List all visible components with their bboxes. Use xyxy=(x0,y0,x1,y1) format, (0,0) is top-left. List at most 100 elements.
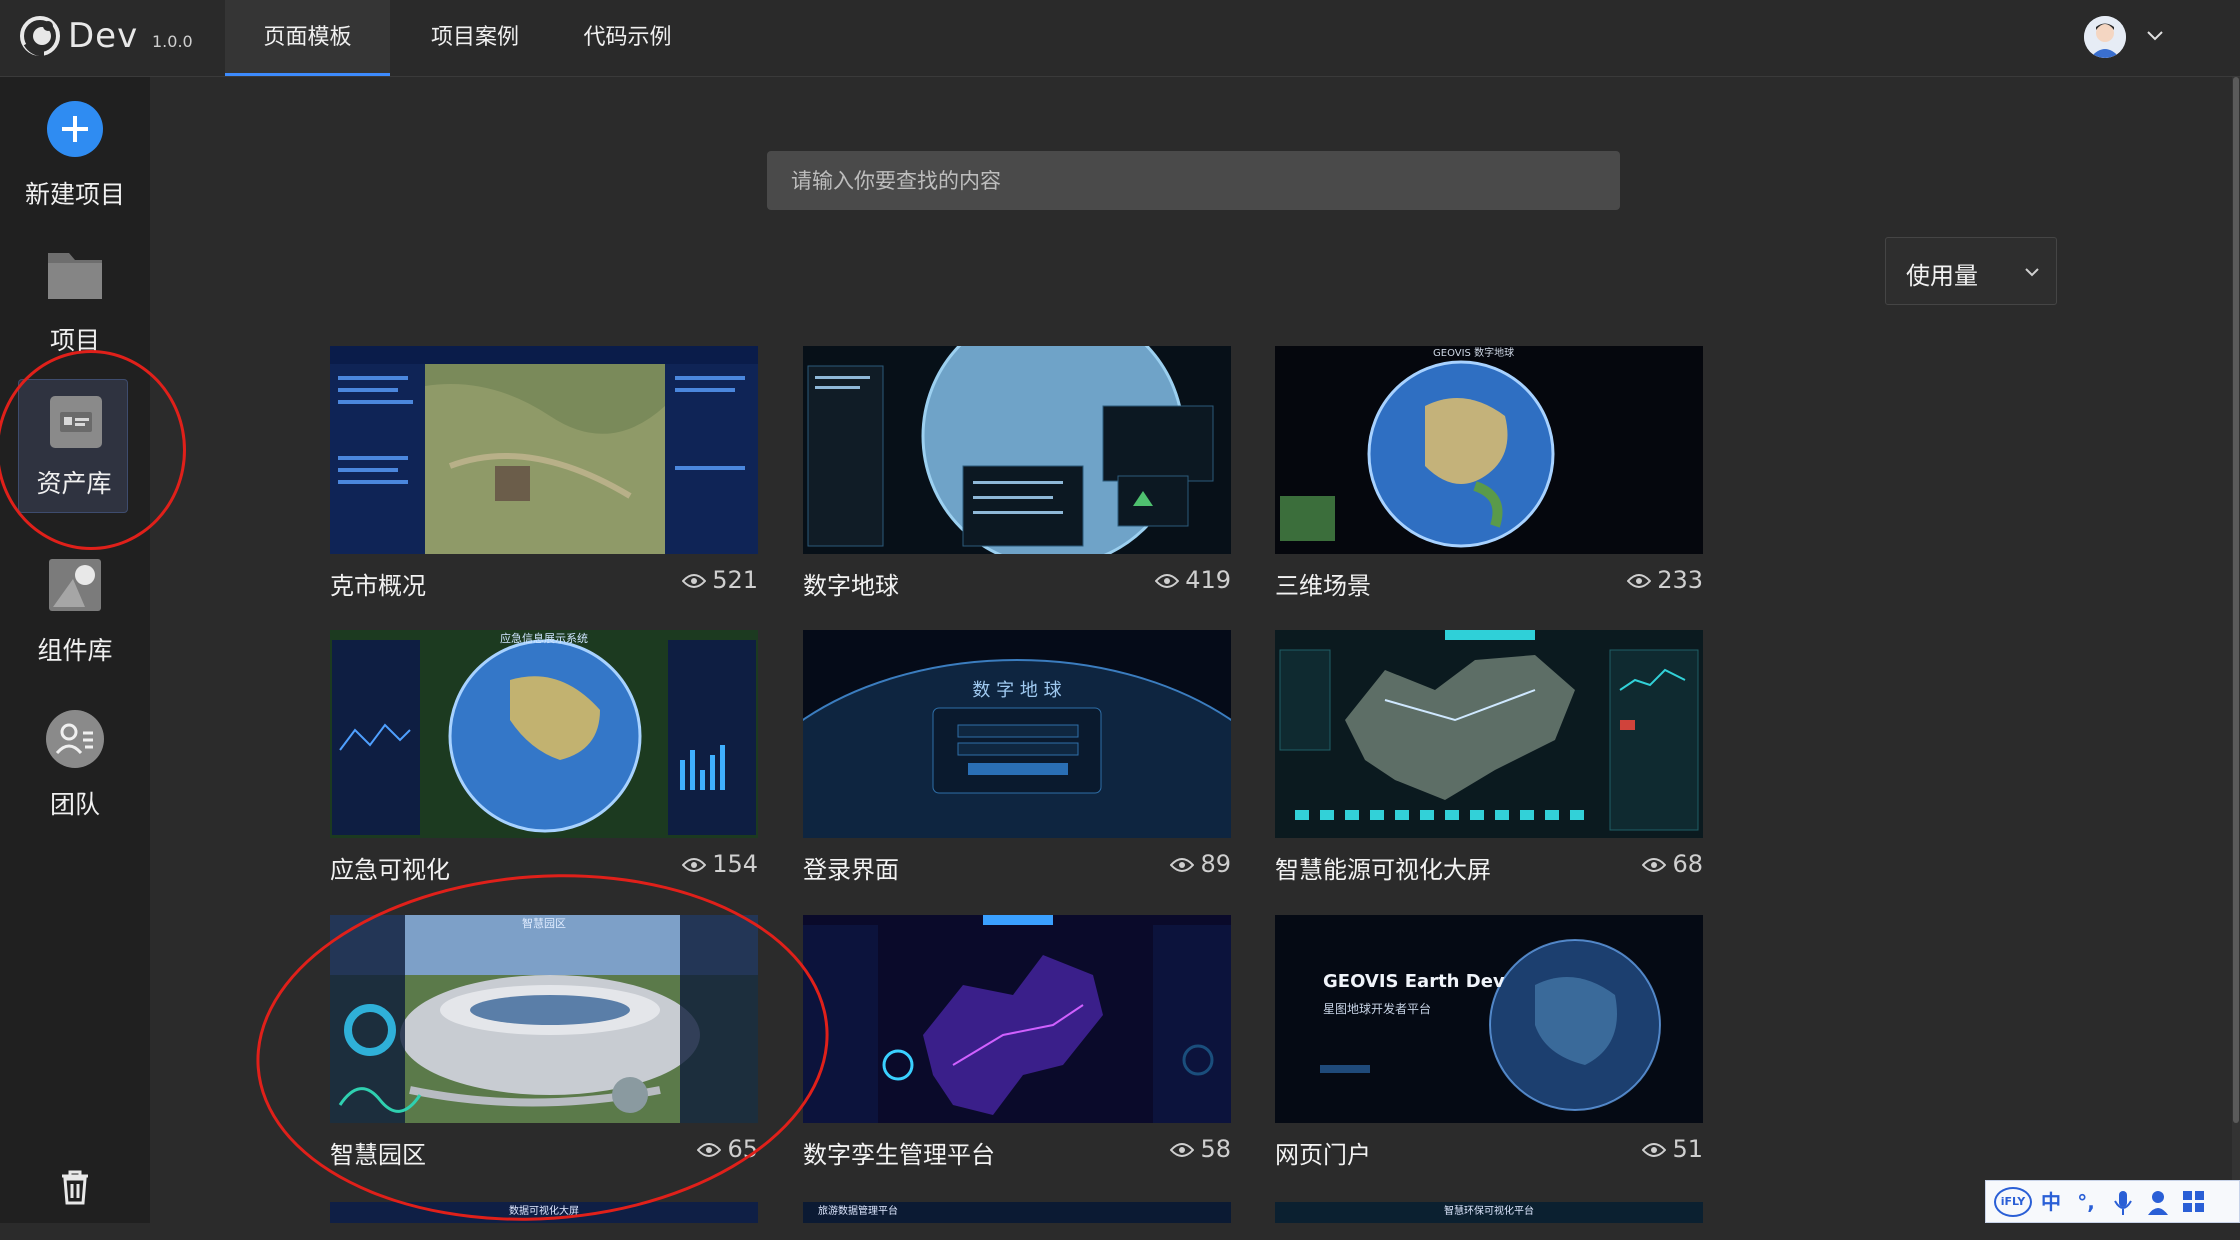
sort-select[interactable]: 使用量 xyxy=(1885,237,2057,305)
template-card[interactable]: 数字地球 419 xyxy=(803,346,1231,600)
sidebar-item-label: 新建项目 xyxy=(24,180,125,209)
ime-punctuation-toggle[interactable]: °, xyxy=(2071,1187,2101,1217)
thumbnail-caption: 数据可视化大屏 xyxy=(509,1204,579,1217)
template-card-title: 智慧能源可视化大屏 xyxy=(1275,856,1491,884)
template-card-view-count: 419 xyxy=(1185,566,1231,594)
top-bar: Dev 1.0.0 页面模板 项目案例 代码示例 xyxy=(0,0,2240,77)
ime-logo-icon[interactable]: iFLY xyxy=(1994,1187,2032,1217)
thumbnail-caption: GEOVIS 数字地球 xyxy=(1433,346,1514,359)
template-thumbnail: 数 字 地 球 xyxy=(803,630,1231,838)
search-input[interactable] xyxy=(767,151,1620,210)
template-card-views: 521 xyxy=(682,566,758,594)
user-icon[interactable] xyxy=(2146,1187,2170,1217)
thumbnail-caption: 应急信息展示系统 xyxy=(500,631,588,645)
user-avatar[interactable] xyxy=(2084,16,2126,58)
template-card-views: 51 xyxy=(1642,1135,1703,1163)
template-thumbnail xyxy=(330,346,758,554)
template-card-view-count: 58 xyxy=(1200,1135,1231,1163)
template-card-view-count: 154 xyxy=(712,850,758,878)
tab-project-cases[interactable]: 项目案例 xyxy=(405,0,545,76)
template-thumbnail xyxy=(803,346,1231,554)
template-card-view-count: 51 xyxy=(1672,1135,1703,1163)
folder-icon xyxy=(48,253,102,299)
template-card-views: 68 xyxy=(1642,850,1703,878)
eye-icon xyxy=(1170,1143,1195,1157)
eye-icon xyxy=(697,1143,722,1157)
template-card-title: 应急可视化 xyxy=(330,856,450,884)
grid-icon[interactable] xyxy=(2181,1187,2207,1217)
template-card[interactable]: 应急信息展示系统 应急可视化 154 xyxy=(330,630,758,884)
sort-select-value: 使用量 xyxy=(1906,262,1978,290)
app-logo-icon[interactable] xyxy=(18,14,62,58)
template-card[interactable]: 数 字 地 球 登录界面 89 xyxy=(803,630,1231,884)
template-card-view-count: 89 xyxy=(1200,850,1231,878)
sidebar-item-label: 项目 xyxy=(49,326,100,355)
eye-icon xyxy=(1155,574,1180,588)
ime-language-toggle[interactable]: 中 xyxy=(2036,1187,2066,1217)
tab-code-examples[interactable]: 代码示例 xyxy=(560,0,695,76)
component-icon xyxy=(49,559,101,611)
template-card[interactable]: GEOVIS 数字地球 三维场景 233 xyxy=(1275,346,1703,600)
template-card-title: 三维场景 xyxy=(1275,572,1371,600)
template-card[interactable]: 克市概况 521 xyxy=(330,346,758,600)
eye-icon xyxy=(1627,574,1652,588)
app-version: 1.0.0 xyxy=(152,32,193,51)
asset-library-icon xyxy=(50,396,102,448)
template-card-partial[interactable]: 数据可视化大屏 xyxy=(330,1202,758,1223)
eye-icon xyxy=(682,574,707,588)
template-card-partial[interactable]: 旅游数据管理平台 xyxy=(803,1202,1231,1223)
template-card-views: 419 xyxy=(1155,566,1231,594)
plus-circle-icon xyxy=(47,101,103,157)
template-thumbnail xyxy=(1275,630,1703,838)
template-card-views: 58 xyxy=(1170,1135,1231,1163)
sidebar-item-team[interactable]: 团队 xyxy=(0,697,150,837)
thumbnail-caption: 智慧园区 xyxy=(522,916,566,930)
sidebar-item-components[interactable]: 组件库 xyxy=(0,543,150,683)
app-name: Dev xyxy=(68,16,139,56)
team-icon xyxy=(46,710,104,768)
sidebar-item-label: 组件库 xyxy=(37,636,113,665)
template-card-title: 智慧园区 xyxy=(330,1141,426,1169)
eye-icon xyxy=(1642,1143,1667,1157)
scrollbar-thumb[interactable] xyxy=(2233,77,2239,1123)
ime-toolbar: iFLY 中 °, xyxy=(1985,1180,2240,1223)
template-thumbnail: 应急信息展示系统 xyxy=(330,630,758,838)
tab-page-templates[interactable]: 页面模板 xyxy=(225,0,390,76)
template-card-partial[interactable]: 智慧环保可视化平台 xyxy=(1275,1202,1703,1223)
eye-icon xyxy=(1170,858,1195,872)
template-card-title: 登录界面 xyxy=(803,856,899,884)
template-thumbnail xyxy=(803,915,1231,1123)
thumbnail-caption: 旅游数据管理平台 xyxy=(818,1204,898,1217)
chevron-down-icon[interactable] xyxy=(2142,22,2168,48)
template-card-views: 65 xyxy=(697,1135,758,1163)
thumbnail-caption: 智慧环保可视化平台 xyxy=(1444,1204,1534,1217)
template-card-view-count: 68 xyxy=(1672,850,1703,878)
template-card-views: 154 xyxy=(682,850,758,878)
thumbnail-subcaption: 星图地球开发者平台 xyxy=(1323,1001,1431,1016)
template-card[interactable]: 智慧能源可视化大屏 68 xyxy=(1275,630,1703,884)
eye-icon xyxy=(682,858,707,872)
template-card[interactable]: 智慧园区 智慧园区 65 xyxy=(330,915,758,1169)
thumbnail-caption: GEOVIS Earth Dev xyxy=(1323,971,1505,992)
user-avatar-icon xyxy=(2084,16,2126,58)
template-card[interactable]: GEOVIS Earth Dev 星图地球开发者平台 网页门户 51 xyxy=(1275,915,1703,1169)
microphone-icon[interactable] xyxy=(2111,1187,2135,1217)
template-card-view-count: 233 xyxy=(1657,566,1703,594)
template-card-title: 网页门户 xyxy=(1275,1141,1371,1169)
sidebar-item-label: 团队 xyxy=(49,790,100,819)
template-card-view-count: 521 xyxy=(712,566,758,594)
template-card-title: 克市概况 xyxy=(330,572,426,600)
chevron-down-icon xyxy=(2025,268,2039,277)
template-thumbnail: GEOVIS Earth Dev 星图地球开发者平台 xyxy=(1275,915,1703,1123)
sidebar-item-new-project[interactable]: 新建项目 xyxy=(0,87,150,227)
sidebar-item-projects[interactable]: 项目 xyxy=(0,233,150,373)
thumbnail-caption: 数 字 地 球 xyxy=(972,680,1061,701)
eye-icon xyxy=(1642,858,1667,872)
template-card[interactable]: 数字孪生管理平台 58 xyxy=(803,915,1231,1169)
sidebar: 新建项目 项目 资产库 组件库 团队 xyxy=(0,77,150,1223)
template-card-title: 数字地球 xyxy=(803,572,899,600)
sidebar-item-asset-library[interactable]: 资产库 xyxy=(18,379,128,513)
trash-icon[interactable] xyxy=(58,1168,92,1206)
template-card-views: 233 xyxy=(1627,566,1703,594)
sidebar-item-label: 资产库 xyxy=(36,469,112,498)
